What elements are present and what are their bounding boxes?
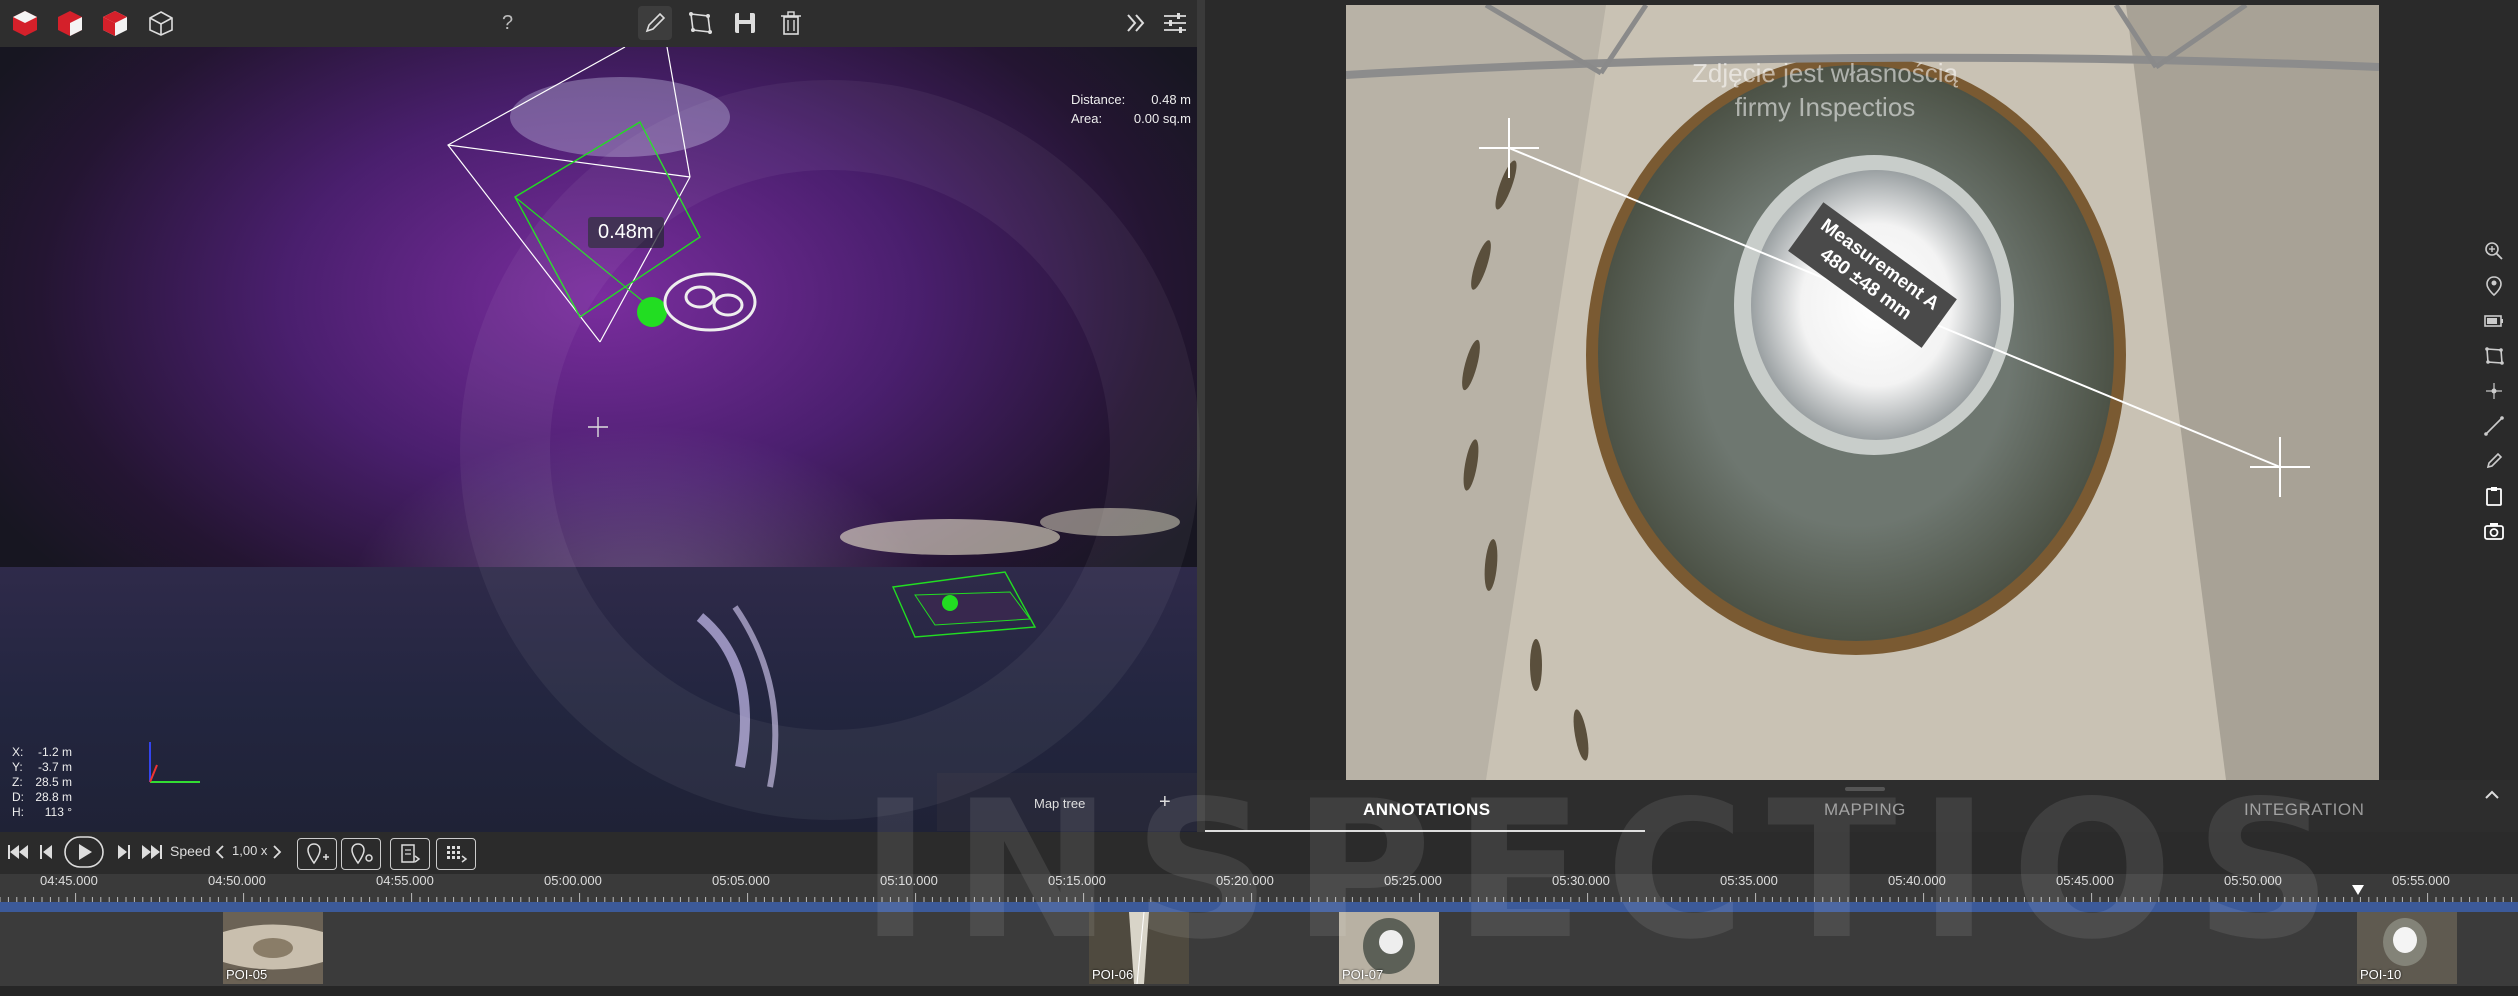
export-report-button[interactable] <box>390 838 430 870</box>
cube-wireframe-icon[interactable] <box>144 6 178 40</box>
distance-label: Distance: <box>1071 92 1126 107</box>
ruler-icon[interactable] <box>2479 446 2509 476</box>
top-toolbar: ? <box>0 0 1197 47</box>
coord-y-value: -3.7 m <box>37 760 72 774</box>
coord-x-value: -1.2 m <box>37 745 72 759</box>
coord-z-value: 28.5 m <box>35 775 72 789</box>
coord-h-value: 113 ° <box>44 805 72 819</box>
poi-thumbnail[interactable]: POI-05 <box>223 912 323 984</box>
sliders-icon[interactable] <box>1158 6 1192 40</box>
battery-icon[interactable] <box>2479 306 2509 336</box>
cube-red-icon[interactable] <box>8 6 42 40</box>
cube-red-white-icon[interactable] <box>53 6 87 40</box>
poi-thumbnail[interactable]: POI-10 <box>2357 912 2457 984</box>
trash-icon[interactable] <box>774 6 808 40</box>
skip-to-end-icon[interactable] <box>140 843 162 866</box>
cube-red-outline-icon[interactable] <box>98 6 132 40</box>
polygon-icon[interactable] <box>683 6 717 40</box>
step-forward-icon[interactable] <box>114 843 132 866</box>
playhead-marker[interactable] <box>2352 884 2364 902</box>
timeline-tick-label: 04:45.000 <box>40 873 98 888</box>
speed-increase-icon[interactable] <box>271 843 283 866</box>
point-icon[interactable] <box>2479 376 2509 406</box>
save-icon[interactable] <box>728 6 762 40</box>
zoom-in-icon[interactable] <box>2479 236 2509 266</box>
brand-watermark: INSPECTIOS <box>860 760 2354 981</box>
watermark-line-1: Zdjęcie jest własnością <box>1692 58 1958 88</box>
speed-value: 1,00 x <box>232 843 268 858</box>
timeline-tick-label: 04:50.000 <box>208 873 266 888</box>
polygon-select-icon[interactable] <box>2479 341 2509 371</box>
clipboard-icon[interactable] <box>2479 481 2509 511</box>
camera-icon[interactable] <box>2479 516 2509 546</box>
photo-copyright-watermark: Zdjęcie jest własnością firmy Inspectios <box>1665 56 1985 124</box>
coord-h-label: H: <box>12 805 24 819</box>
timeline-tick-label: 05:55.000 <box>2392 873 2450 888</box>
line-icon[interactable] <box>2479 411 2509 441</box>
area-value: 0.00 sq.m <box>1133 111 1191 126</box>
position-readout: X: -1.2 m Y: -3.7 m Z: 28.5 m D: 28.8 m H: 11… <box>12 745 72 820</box>
speed-label: Speed <box>170 843 211 859</box>
measurement-readout: Distance: 0.48 m Area: 0.00 sq.m <box>1071 90 1191 128</box>
timeline-tick-label: 05:00.000 <box>544 873 602 888</box>
add-poi-button[interactable] <box>297 838 337 870</box>
export-grid-button[interactable] <box>436 838 476 870</box>
chevron-up-icon[interactable] <box>2481 784 2503 811</box>
annotation-toolbar <box>2479 236 2509 551</box>
timeline-tick-label: 05:05.000 <box>712 873 770 888</box>
area-label: Area: <box>1071 111 1103 126</box>
step-back-icon[interactable] <box>38 843 56 866</box>
skip-to-start-icon[interactable] <box>8 843 30 866</box>
poi-settings-button[interactable] <box>341 838 381 870</box>
watermark-line-2: firmy Inspectios <box>1734 92 1916 122</box>
coord-d-label: D: <box>12 790 24 804</box>
speed-decrease-icon[interactable] <box>214 843 226 866</box>
forward-icon[interactable] <box>1119 6 1153 40</box>
distance-value: 0.48 m <box>1151 92 1191 107</box>
poi-label: POI-05 <box>226 967 268 982</box>
coord-y-label: Y: <box>12 760 23 774</box>
help-label[interactable]: ? <box>502 12 513 35</box>
coord-d-value: 28.8 m <box>35 790 72 804</box>
play-button[interactable] <box>64 836 104 873</box>
coord-z-label: Z: <box>12 775 23 789</box>
brand-logo-ring <box>460 80 1200 820</box>
coord-x-label: X: <box>12 745 24 759</box>
pencil-icon[interactable] <box>638 6 672 40</box>
bottom-scrollbar[interactable] <box>0 986 2518 996</box>
timeline-tick-label: 04:55.000 <box>376 873 434 888</box>
person-pin-icon[interactable] <box>2479 271 2509 301</box>
poi-label: POI-10 <box>2360 967 2402 982</box>
